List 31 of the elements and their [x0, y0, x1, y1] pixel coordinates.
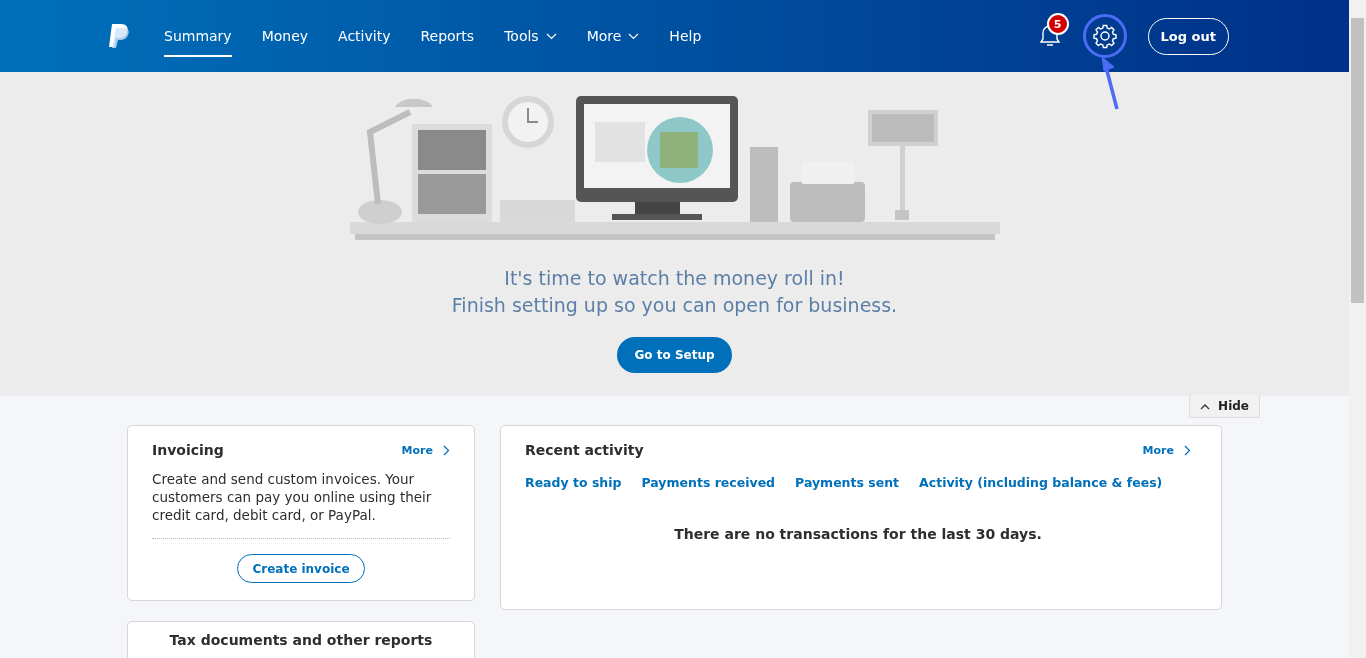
nav-tab[interactable]: Money: [261, 0, 309, 72]
hero-subline: Finish setting up so you can open for business.: [451, 294, 898, 316]
scrollbar[interactable]: [1349, 0, 1366, 658]
activity-filter-link[interactable]: Activity (including balance & fees): [919, 475, 1163, 490]
nav-tab[interactable]: Tools: [504, 0, 557, 72]
nav-tab[interactable]: Activity: [338, 0, 391, 72]
hero-headline: It's time to watch the money roll in!: [504, 267, 845, 289]
activity-filter-link[interactable]: Ready to ship: [525, 475, 622, 490]
scrollbar-thumb[interactable]: [1351, 18, 1364, 303]
hide-button[interactable]: Hide: [1189, 395, 1260, 418]
card-title: Tax documents and other reports: [169, 632, 433, 650]
more-link[interactable]: More: [1142, 443, 1191, 457]
setup-button[interactable]: Go to Setup: [617, 337, 732, 373]
more-link[interactable]: More: [401, 443, 450, 457]
chevron-up-icon: [1200, 402, 1211, 410]
logo-icon[interactable]: [107, 23, 131, 49]
notification-badge: 5: [1046, 13, 1069, 35]
create-invoice-button[interactable]: Create invoice: [237, 554, 365, 583]
nav-tab[interactable]: More: [586, 0, 640, 72]
invoicing-description: Create and send custom invoices. Your customers can pay you online using their credit card, debit card, or PayPal.: [152, 470, 433, 524]
settings-icon[interactable]: [1091, 23, 1118, 49]
card-title: Recent activity: [525, 442, 644, 458]
nav-tab[interactable]: Reports: [420, 0, 475, 72]
nav-tab[interactable]: Help: [669, 0, 702, 72]
empty-message: There are no transactions for the last 30 days.: [673, 526, 1043, 542]
activity-filter-link[interactable]: Payments sent: [795, 475, 900, 490]
card-title: Invoicing: [152, 442, 224, 458]
activity-filter-link[interactable]: Payments received: [641, 475, 776, 490]
chevron-right-icon: [443, 444, 450, 456]
chevron-right-icon: [1184, 444, 1191, 456]
nav-tab[interactable]: Summary: [164, 0, 232, 72]
